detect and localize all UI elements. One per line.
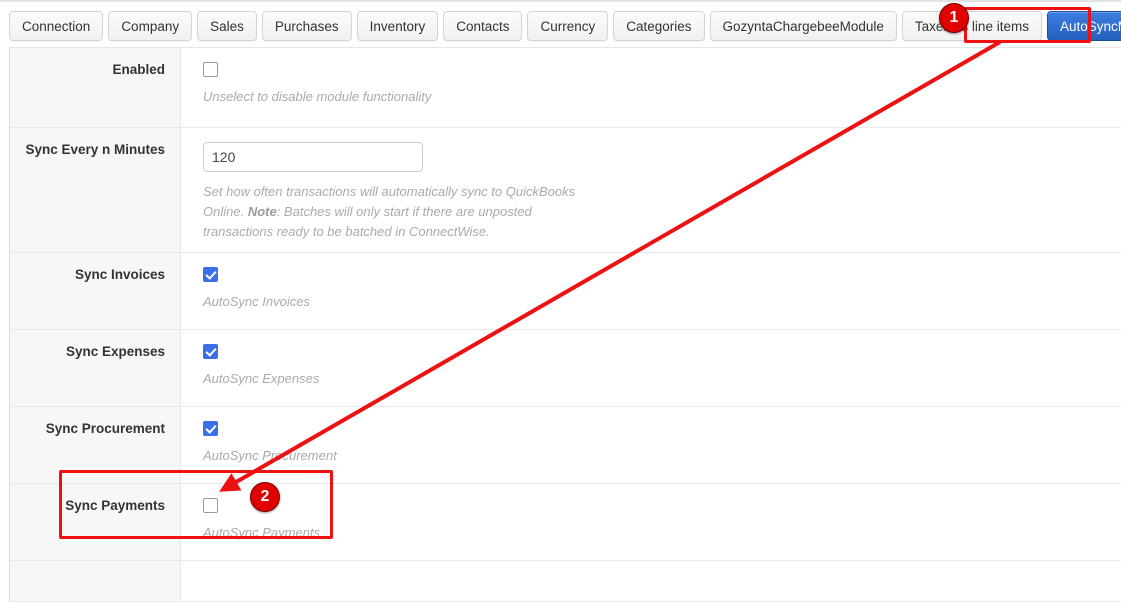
help-text-prefix: AutoSync Payments (203, 525, 321, 541)
tab-contacts[interactable]: Contacts (443, 11, 523, 41)
tab-autosyncmodule[interactable]: AutoSyncModule (1046, 11, 1121, 41)
form-row-sync-every-n-minutes: Sync Every n Minutes Set how often transa… (10, 128, 1121, 254)
field-control-sync-expenses: AutoSync Expenses (181, 330, 1121, 407)
field-label-enabled: Enabled (10, 48, 181, 127)
tab-company[interactable]: Company (108, 11, 193, 41)
field-control-enabled: Unselect to disable module functionality (181, 48, 1121, 127)
field-label-sync-procurement: Sync Procurement (10, 407, 181, 484)
field-control-sync-payments: AutoSync Payments (181, 484, 1121, 561)
field-control-sync-procurement: AutoSync Procurement (181, 407, 1121, 484)
form-row-next (10, 561, 1121, 602)
field-help-sync-every-n-minutes: Set how often transactions will automati… (203, 182, 588, 242)
form-row-sync-expenses: Sync Expenses AutoSync Expenses (10, 330, 1121, 408)
field-help-enabled: Unselect to disable module functionality (203, 87, 588, 107)
form-row-sync-invoices: Sync Invoices AutoSync Invoices (10, 253, 1121, 331)
field-control-sync-every-n-minutes: Set how often transactions will automati… (181, 128, 1121, 253)
help-text-emphasis: Note (247, 204, 277, 220)
field-label-sync-invoices: Sync Invoices (10, 253, 181, 330)
tab-gozyntachargebeemodule[interactable]: GozyntaChargebeeModule (709, 11, 897, 41)
field-control-next (181, 561, 1121, 602)
tab-taxes-as-line-items[interactable]: Taxes as line items (901, 11, 1042, 41)
field-help-sync-payments: AutoSync Payments (203, 523, 588, 543)
tab-purchases[interactable]: Purchases (261, 11, 352, 41)
field-help-sync-invoices: AutoSync Invoices (203, 292, 588, 312)
enabled-checkbox[interactable] (203, 62, 218, 77)
tab-inventory[interactable]: Inventory (356, 11, 439, 41)
help-text-prefix: AutoSync Expenses (203, 371, 320, 387)
help-text-prefix: AutoSync Invoices (203, 294, 310, 310)
field-label-sync-every-n-minutes: Sync Every n Minutes (10, 128, 181, 253)
field-help-sync-expenses: AutoSync Expenses (203, 369, 588, 389)
form-row-sync-procurement: Sync Procurement AutoSync Procurement (10, 407, 1121, 485)
sync-every-n-minutes-input[interactable] (203, 142, 423, 172)
settings-panel: Connection Company Sales Purchases Inventory… (0, 0, 1121, 602)
field-label-next (10, 561, 181, 602)
field-label-sync-expenses: Sync Expenses (10, 330, 181, 407)
sync-expenses-checkbox[interactable] (203, 344, 218, 360)
sync-payments-checkbox[interactable] (203, 498, 218, 514)
form-row-sync-payments: Sync Payments AutoSync Payments (10, 484, 1121, 562)
module-tab-bar: Connection Company Sales Purchases Inventory… (9, 11, 1121, 41)
sync-procurement-checkbox[interactable] (203, 421, 218, 437)
form-row-enabled: Enabled Unselect to disable module functi… (10, 48, 1121, 128)
tab-categories[interactable]: Categories (613, 11, 705, 41)
tab-connection[interactable]: Connection (9, 11, 104, 41)
field-label-sync-payments: Sync Payments (10, 484, 181, 561)
sync-invoices-checkbox[interactable] (203, 267, 218, 283)
field-help-sync-procurement: AutoSync Procurement (203, 446, 588, 466)
module-settings-form: Enabled Unselect to disable module functi… (9, 47, 1121, 602)
help-text-prefix: AutoSync Procurement (203, 448, 337, 464)
field-control-sync-invoices: AutoSync Invoices (181, 253, 1121, 330)
tab-currency[interactable]: Currency (527, 11, 609, 41)
tab-sales[interactable]: Sales (197, 11, 257, 41)
help-text-prefix: Unselect to disable module functionality (203, 89, 432, 104)
